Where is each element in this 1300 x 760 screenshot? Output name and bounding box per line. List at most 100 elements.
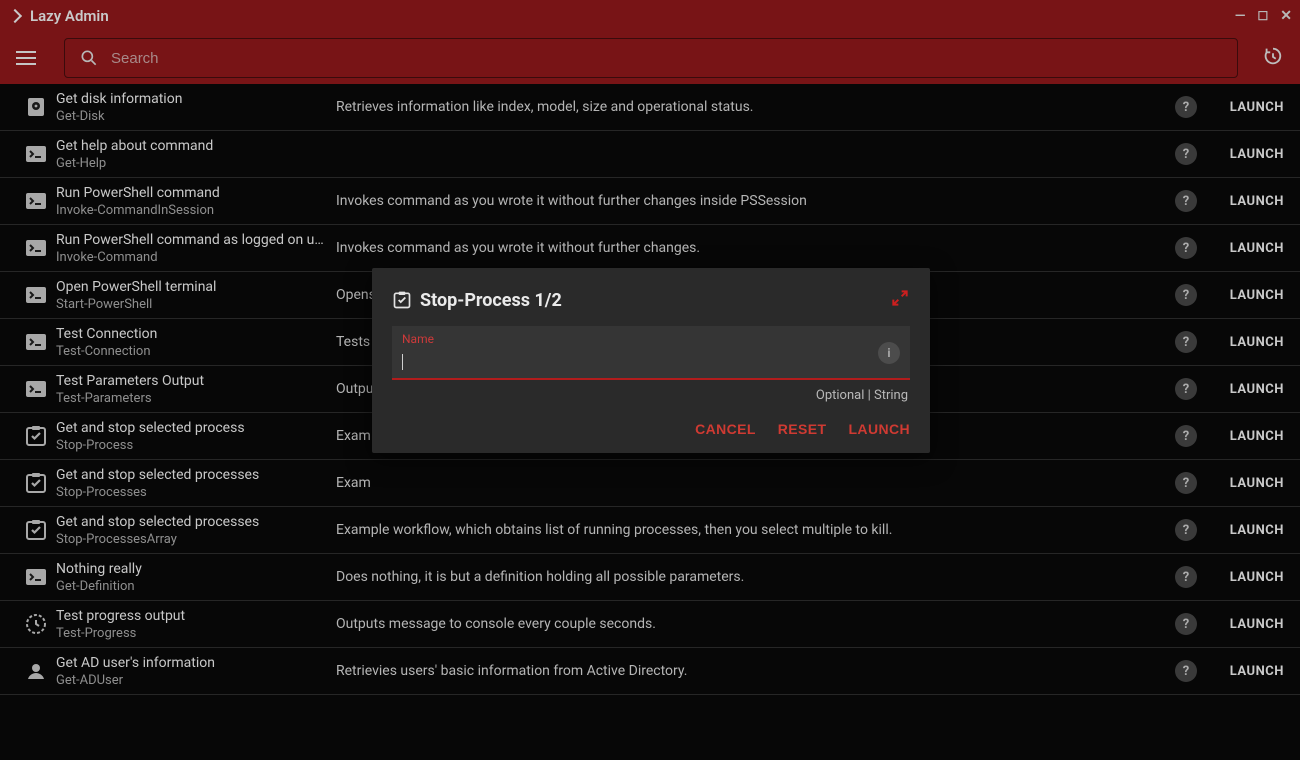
command-description: Does nothing, it is but a definition hol… [336,569,1168,585]
command-subtitle: Test-Parameters [56,390,326,407]
command-title: Run PowerShell command [56,184,326,202]
command-row[interactable]: Run PowerShell command as logged on user… [0,225,1300,272]
row-icon [16,142,56,166]
command-title: Get help about command [56,137,326,155]
command-description: Invokes command as you wrote it without … [336,193,1168,209]
command-row[interactable]: Get disk informationGet-DiskRetrieves in… [0,84,1300,131]
help-button[interactable]: ? [1175,143,1197,165]
command-subtitle: Invoke-Command [56,249,326,266]
command-title: Get and stop selected process [56,419,326,437]
command-title: Get and stop selected processes [56,466,326,484]
row-launch-button[interactable]: LAUNCH [1204,523,1284,538]
row-launch-button[interactable]: LAUNCH [1204,382,1284,397]
row-icon [16,565,56,589]
command-row[interactable]: Get and stop selected processesStop-Proc… [0,507,1300,554]
row-icon [16,377,56,401]
command-description: Example workflow, which obtains list of … [336,522,1168,538]
search-box[interactable] [64,38,1238,78]
help-button[interactable]: ? [1175,613,1197,635]
command-row[interactable]: Nothing reallyGet-DefinitionDoes nothing… [0,554,1300,601]
help-button[interactable]: ? [1175,425,1197,447]
row-launch-button[interactable]: LAUNCH [1204,617,1284,632]
row-icon [16,471,56,495]
help-button[interactable]: ? [1175,190,1197,212]
command-description: Retrievies users' basic information from… [336,663,1168,679]
command-subtitle: Stop-ProcessesArray [56,531,326,548]
command-title: Open PowerShell terminal [56,278,326,296]
assignment-icon [392,290,412,310]
row-launch-button[interactable]: LAUNCH [1204,194,1284,209]
row-icon [16,189,56,213]
command-subtitle: Get-ADUser [56,672,326,689]
history-icon [1262,45,1284,67]
minimize-button[interactable]: — [1235,8,1246,24]
stop-process-dialog: Stop-Process 1/2 Name i Optional | Strin… [372,268,930,453]
search-icon [79,48,99,68]
menu-button[interactable] [16,46,40,70]
field-info-button[interactable]: i [878,342,900,364]
row-icon [16,95,56,119]
fullscreen-button[interactable] [890,288,910,312]
command-row[interactable]: Get AD user's informationGet-ADUser Retri… [0,648,1300,695]
command-description: Invokes command as you wrote it without … [336,240,1168,256]
row-launch-button[interactable]: LAUNCH [1204,664,1284,679]
name-field[interactable]: Name i [392,326,910,380]
help-button[interactable]: ? [1175,331,1197,353]
history-button[interactable] [1262,45,1284,71]
command-subtitle: Get-Disk [56,108,326,125]
row-launch-button[interactable]: LAUNCH [1204,100,1284,115]
row-launch-button[interactable]: LAUNCH [1204,241,1284,256]
command-subtitle: Stop-Process [56,437,326,454]
app-title: Lazy Admin [30,7,109,25]
command-title: Get AD user's information [56,654,326,672]
command-subtitle: Start-PowerShell [56,296,326,313]
command-subtitle: Stop-Processes [56,484,326,501]
row-launch-button[interactable]: LAUNCH [1204,570,1284,585]
cancel-button[interactable]: CANCEL [695,421,756,437]
command-description: Outputs message to console every couple … [336,616,1168,632]
chevron-right-icon [8,9,22,23]
command-row[interactable]: Run PowerShell commandInvoke-CommandInSe… [0,178,1300,225]
command-description: Exam [336,475,1168,491]
help-button[interactable]: ? [1175,96,1197,118]
help-button[interactable]: ? [1175,519,1197,541]
command-title: Test progress output [56,607,326,625]
row-launch-button[interactable]: LAUNCH [1204,429,1284,444]
row-icon [16,236,56,260]
command-row[interactable]: Test progress outputTest-Progress Outputs… [0,601,1300,648]
launch-button[interactable]: LAUNCH [848,421,910,437]
reset-button[interactable]: RESET [778,421,827,437]
help-button[interactable]: ? [1175,472,1197,494]
help-button[interactable]: ? [1175,237,1197,259]
maximize-button[interactable]: ☐ [1258,9,1269,23]
command-title: Test Parameters Output [56,372,326,390]
command-subtitle: Invoke-CommandInSession [56,202,326,219]
title-bar: Lazy Admin — ☐ ✕ [0,0,1300,32]
help-button[interactable]: ? [1175,566,1197,588]
command-subtitle: Test-Progress [56,625,326,642]
name-input[interactable] [402,353,868,374]
help-button[interactable]: ? [1175,378,1197,400]
expand-icon [890,288,910,308]
help-button[interactable]: ? [1175,284,1197,306]
text-caret [402,354,403,370]
toolbar [0,32,1300,84]
command-title: Test Connection [56,325,326,343]
dialog-title: Stop-Process 1/2 [420,290,890,311]
command-row[interactable]: Get help about commandGet-Help?LAUNCH [0,131,1300,178]
row-launch-button[interactable]: LAUNCH [1204,288,1284,303]
row-launch-button[interactable]: LAUNCH [1204,147,1284,162]
row-icon [16,612,56,636]
row-icon [16,330,56,354]
command-title: Nothing really [56,560,326,578]
help-button[interactable]: ? [1175,660,1197,682]
command-subtitle: Test-Connection [56,343,326,360]
row-icon [16,424,56,448]
command-title: Run PowerShell command as logged on user [56,231,326,249]
search-input[interactable] [111,50,1223,67]
command-row[interactable]: Get and stop selected processesStop-Proc… [0,460,1300,507]
close-button[interactable]: ✕ [1280,8,1292,24]
row-launch-button[interactable]: LAUNCH [1204,335,1284,350]
row-icon [16,283,56,307]
row-launch-button[interactable]: LAUNCH [1204,476,1284,491]
